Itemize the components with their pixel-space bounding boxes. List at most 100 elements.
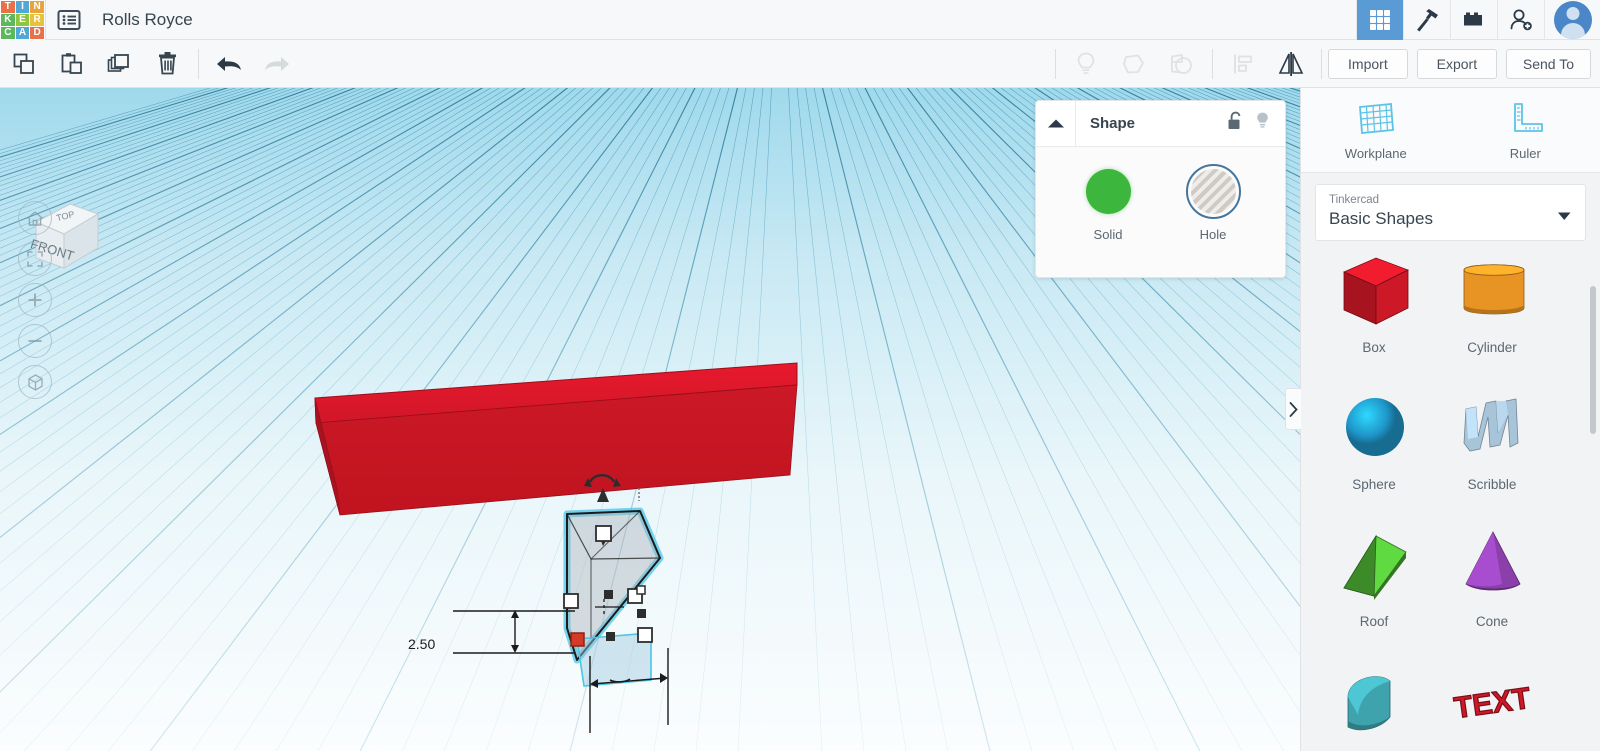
lightbulb-icon xyxy=(1077,52,1095,74)
align-button[interactable] xyxy=(1219,40,1267,87)
trash-icon xyxy=(159,52,176,75)
divider xyxy=(198,48,199,79)
roof-thumbnail xyxy=(1343,534,1407,600)
sphere-thumbnail xyxy=(1346,398,1404,456)
shape-cone-label: Cone xyxy=(1475,614,1509,629)
wedge-hole-shape[interactable] xyxy=(563,507,664,687)
tinkercad-logo[interactable]: TIN KER CAD xyxy=(0,0,45,40)
delete-button[interactable] xyxy=(144,40,192,87)
red-box-shape[interactable] xyxy=(314,362,798,516)
shapes-grid: Box Cylinder Sphere Scribble Roof Cone TEXT xyxy=(1301,240,1600,751)
shape-sphere[interactable]: Sphere xyxy=(1315,377,1433,514)
sidebar-collapse-button[interactable] xyxy=(1285,388,1301,430)
undo-button[interactable] xyxy=(205,40,253,87)
avatar xyxy=(1553,0,1592,39)
logo-letter: E xyxy=(15,13,30,26)
hole-option[interactable]: Hole xyxy=(1185,164,1241,242)
library-supertitle: Tinkercad xyxy=(1329,194,1380,206)
document-title[interactable]: Rolls Royce xyxy=(102,10,193,30)
ruler-icon xyxy=(1514,102,1544,132)
solid-swatch xyxy=(1085,169,1131,214)
origin-handle xyxy=(570,632,585,647)
shape-box[interactable]: Box xyxy=(1315,240,1433,377)
logo-letter: I xyxy=(15,0,30,13)
redo-button[interactable] xyxy=(253,40,301,87)
paste-icon xyxy=(61,52,82,74)
align-icon xyxy=(1233,54,1252,73)
toolbar-right-group: Import Export Send To xyxy=(1049,40,1600,88)
logo-letter: A xyxy=(15,26,30,39)
shape-scribble-label: Scribble xyxy=(1467,477,1517,492)
logo-letter: D xyxy=(30,26,44,39)
sidebar-scrollbar[interactable] xyxy=(1590,286,1596,434)
text-thumbnail: TEXT xyxy=(1451,681,1533,726)
invite-people-button[interactable] xyxy=(1497,0,1544,40)
shape-panel-title: Shape xyxy=(1090,115,1136,132)
shape-roof[interactable]: Roof xyxy=(1315,514,1433,651)
logo-letter: N xyxy=(30,0,44,13)
scale-handle-small-a xyxy=(637,609,646,618)
tinkercad-app: TINKERCAD Rolls Royce Import Export Send… xyxy=(0,0,1600,751)
group-button[interactable] xyxy=(1110,40,1158,87)
shape-text[interactable]: TEXT xyxy=(1433,651,1551,751)
copy-button[interactable] xyxy=(0,40,48,87)
shape-library-dropdown[interactable]: Tinkercad Basic Shapes xyxy=(1315,184,1586,241)
chevron-right-icon xyxy=(1289,401,1298,417)
workplane-tool[interactable]: Workplane xyxy=(1301,88,1451,172)
edit-toolbar: Import Export Send To xyxy=(0,40,1600,88)
workplane-tool-label: Workplane xyxy=(1344,145,1407,161)
workplane-grid-icon xyxy=(1358,102,1394,134)
ruler-tool-label: Ruler xyxy=(1509,145,1541,161)
shape-properties-panel: Shape Solid Hole xyxy=(1035,100,1286,278)
shape-scribble[interactable]: Scribble xyxy=(1433,377,1551,514)
hammer-icon xyxy=(1417,8,1438,31)
light-toggle-button[interactable] xyxy=(1062,40,1110,87)
shape-panel-collapse-button[interactable] xyxy=(1036,101,1076,146)
dimension-height-label[interactable]: 2.50 xyxy=(408,636,435,652)
sidebar-tools: Workplane Ruler xyxy=(1301,88,1600,173)
scale-handle-small-c xyxy=(606,632,615,641)
logo-letter: R xyxy=(30,13,44,26)
tinker-hammer-button[interactable] xyxy=(1403,0,1450,40)
shape-light-button[interactable] xyxy=(1254,111,1271,136)
shape-sphere-label: Sphere xyxy=(1352,477,1396,492)
shape-cylinder[interactable]: Cylinder xyxy=(1433,240,1551,377)
project-panel-button[interactable] xyxy=(46,0,92,40)
svg-text:TEXT: TEXT xyxy=(1452,682,1533,725)
hole-swatch xyxy=(1185,164,1241,219)
mirror-button[interactable] xyxy=(1267,40,1315,87)
shape-panel-actions xyxy=(1227,111,1285,136)
top-bar: TIN KER CAD Rolls Royce xyxy=(0,0,1600,40)
ungroup-button[interactable] xyxy=(1158,40,1206,87)
codeblocks-button[interactable] xyxy=(1450,0,1497,40)
undo-arrow-icon xyxy=(217,56,241,71)
shape-round-roof[interactable] xyxy=(1315,651,1433,751)
unlock-icon xyxy=(1228,111,1241,129)
gallery-grid-button[interactable] xyxy=(1356,0,1403,40)
shape-round-roof-art xyxy=(1328,651,1420,751)
scale-handle-corner xyxy=(637,627,653,643)
duplicate-button[interactable] xyxy=(96,40,144,87)
scale-handle-top xyxy=(595,525,612,542)
lego-brick-icon xyxy=(1464,12,1482,25)
ruler-tool[interactable]: Ruler xyxy=(1451,88,1600,172)
cone-thumbnail xyxy=(1465,531,1521,591)
box-thumbnail xyxy=(1343,257,1409,325)
send-to-button[interactable]: Send To xyxy=(1505,48,1591,79)
lock-shape-button[interactable] xyxy=(1227,111,1244,136)
shape-cylinder-label: Cylinder xyxy=(1467,340,1517,355)
shape-cone[interactable]: Cone xyxy=(1433,514,1551,651)
add-person-icon xyxy=(1510,9,1532,30)
shape-box-art xyxy=(1328,240,1420,340)
shape-panel-body: Solid Hole xyxy=(1036,147,1285,242)
import-button[interactable]: Import xyxy=(1327,48,1408,79)
solid-option[interactable]: Solid xyxy=(1085,169,1131,242)
user-avatar-button[interactable] xyxy=(1544,0,1600,40)
roundroof-thumbnail xyxy=(1347,676,1391,731)
paste-button[interactable] xyxy=(48,40,96,87)
divider xyxy=(1054,48,1056,79)
list-panel-icon xyxy=(57,9,81,30)
shape-panel-header: Shape xyxy=(1036,101,1285,147)
collapse-triangle-icon xyxy=(1047,119,1064,128)
export-button[interactable]: Export xyxy=(1416,48,1497,79)
